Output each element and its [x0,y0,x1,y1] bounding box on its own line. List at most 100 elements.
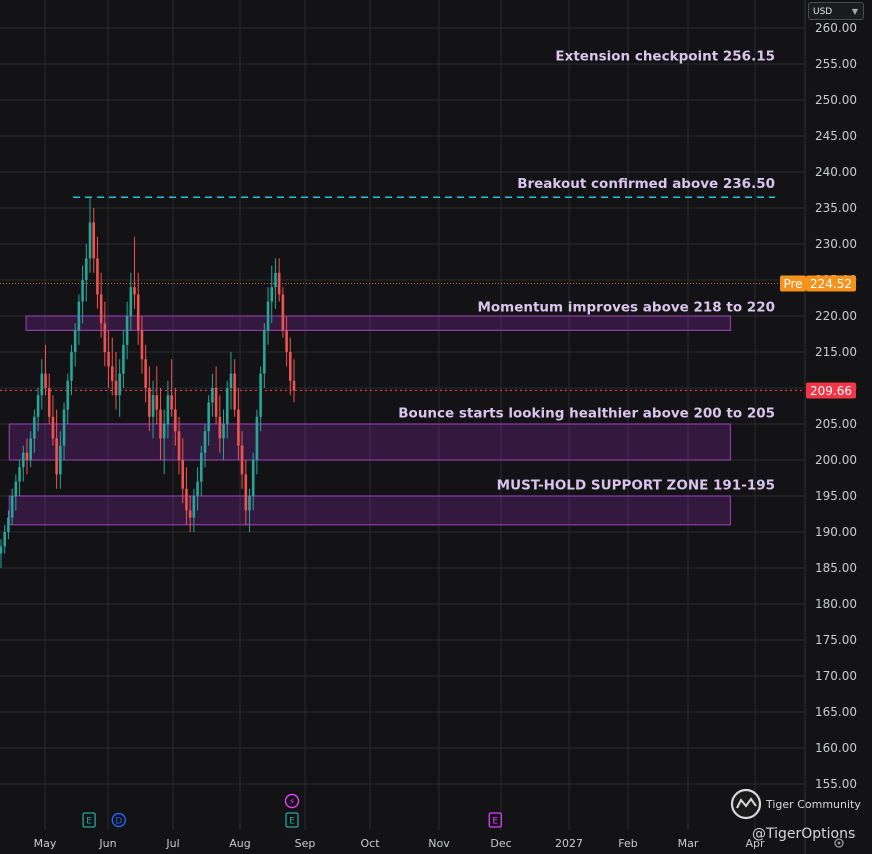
candle [285,330,288,352]
annotation-label: Breakout confirmed above 236.50 [517,176,775,192]
chevron-down-icon: ▼ [851,7,858,16]
candle [266,301,270,331]
candle [274,272,277,288]
event-marker-split[interactable]: ⚡ [284,793,300,809]
candle [103,323,107,352]
y-tick-label: 230.00 [815,237,857,251]
candle [14,481,18,496]
y-tick-label: 155.00 [815,777,857,791]
candle [151,395,155,417]
marker-symbol: E [86,817,92,827]
y-tick-label: 170.00 [815,669,857,683]
y-tick-label: 205.00 [815,417,857,431]
candle [129,287,133,316]
candle [85,258,88,280]
candle [3,532,7,547]
candle [55,438,58,475]
event-marker-dividend[interactable]: D [111,812,127,828]
y-tick-label: 255.00 [815,57,857,71]
candle [77,301,81,331]
candle [155,395,159,410]
y-tick-label: 215.00 [815,345,857,359]
candle [62,409,66,446]
candle [47,388,51,417]
candle [233,373,236,410]
support-zone [8,495,732,526]
marker-symbol: D [115,817,122,827]
event-marker-earnings[interactable]: E [285,812,299,828]
candle [88,222,92,259]
y-tick-label: 260.00 [815,21,857,35]
candle [99,294,103,324]
x-tick-label: Dec [490,837,511,850]
candle [203,431,207,453]
candle [181,460,185,489]
watermark: Tiger Community @TigerOptions [730,788,861,842]
candle [118,373,121,396]
annotation-label: MUST-HOLD SUPPORT ZONE 191-195 [497,477,775,493]
candle [259,373,262,417]
y-tick-label: 200.00 [815,453,857,467]
support-zone [8,423,732,461]
y-tick-label: 165.00 [815,705,857,719]
currency-selector[interactable]: USD ▼ [808,2,864,20]
candle [240,445,244,475]
candle [162,424,166,439]
x-tick-label: May [34,837,57,850]
candle [263,330,266,374]
y-tick-label: 245.00 [815,129,857,143]
candle [122,344,125,374]
premarket-tag-label: Pre [783,277,802,291]
candle [0,546,3,554]
candle [170,395,173,410]
x-tick-label: Aug [229,837,250,850]
candle [110,366,114,381]
y-tick-label: 180.00 [815,597,857,611]
x-tick-label: Feb [618,837,637,850]
candle [133,287,136,295]
candle [174,409,177,432]
candle [188,510,192,518]
candle [114,380,118,396]
candle [40,373,44,396]
candle [192,496,196,518]
candle [29,438,32,460]
y-tick-label: 160.00 [815,741,857,755]
y-tick-label: 195.00 [815,489,857,503]
candle [18,467,21,482]
event-marker-earnings[interactable]: E [488,812,502,828]
candle [214,388,218,417]
candle [277,272,281,295]
y-axis[interactable]: 155.00 160.00 165.00 170.00 175.00 180.00 185.… [815,21,857,791]
candle [166,395,170,424]
candle [292,380,296,391]
candle [70,352,73,381]
candle [107,352,110,367]
candle [211,388,214,403]
event-marker-earnings[interactable]: E [82,812,96,828]
y-tick-label: 175.00 [815,633,857,647]
currency-label: USD [813,7,833,17]
candle [255,416,259,460]
price-chart[interactable]: Extension checkpoint 256.15 Breakout conf… [0,0,872,854]
candle [140,330,144,360]
candle [288,352,292,381]
marker-symbol: ⚡ [289,798,295,808]
candle [10,496,14,518]
candle [21,452,25,468]
marker-symbol: E [289,817,295,827]
candle [270,287,274,302]
candle [207,402,210,432]
candle [81,280,84,302]
y-tick-label: 250.00 [815,93,857,107]
price-tags: 209.66 Pre 224.52 [780,275,856,399]
candle [92,222,96,259]
level-lines [0,196,805,392]
candle [177,431,181,460]
x-tick-label: Sep [295,837,316,850]
candle [7,517,10,532]
candle [33,416,36,439]
x-axis[interactable]: May Jun Jul Aug Sep Oct Nov Dec 2027 Feb Mar Apr [34,837,765,850]
x-tick-label: Jun [98,837,116,850]
candle [281,294,285,331]
